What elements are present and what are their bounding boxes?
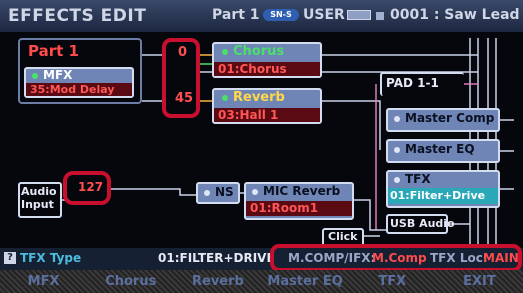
tfx-loc-key: TFX Loc: [430,251,488,265]
tab-tfx[interactable]: TFX [349,270,436,293]
master-eq-label: Master EQ [394,142,475,156]
mcomp-ifx-value: M.Comp [372,251,427,265]
mcomp-ifx-key: M.COMP/IFX: [288,251,376,265]
tab-reverb[interactable]: Reverb [174,270,261,293]
help-icon: ? [4,252,16,264]
click-label: Click [328,230,358,243]
part-name: Part 1 [28,42,79,60]
parameter-value: 01:FILTER+DRIVE [158,251,275,265]
tab-master-eq[interactable]: Master EQ [262,270,349,293]
pad-label[interactable]: PAD 1-1 [386,76,439,90]
chorus-label: Chorus [222,44,284,59]
tab-mfx[interactable]: MFX [0,270,87,293]
on-indicator-icon [222,94,228,101]
mic-reverb-label: MIC Reverb [252,184,340,198]
audio-input-level[interactable]: 127 [78,180,103,194]
master-eq-label-text: Master EQ [405,142,475,156]
chorus-send-level[interactable]: 0 [178,45,187,60]
indicator-icon [394,146,400,153]
mfx-label-text: MFX [43,68,73,82]
mfx-type-value: 35:Mod Delay [26,83,132,96]
mic-reverb-type-value: 01:Room1 [246,201,352,216]
chorus-label-text: Chorus [233,44,285,59]
tfx-label-text: TFX [405,172,431,186]
indicator-icon [204,189,210,196]
reverb-type-value: 03:Hall 1 [214,108,320,122]
on-indicator-icon [222,48,228,55]
audio-input-label: Audio Input [21,185,57,211]
tfx-label: TFX [394,172,431,186]
tfx-type-value: 01:Filter+Drive [388,188,498,204]
on-indicator-icon [32,72,38,79]
reverb-label-text: Reverb [233,90,285,105]
indicator-icon [252,188,258,195]
function-tabs: MFX Chorus Reverb Master EQ TFX EXIT [0,270,523,293]
indicator-icon [394,176,400,183]
parameter-name: TFX Type [20,251,82,265]
tab-exit[interactable]: EXIT [436,270,523,293]
master-comp-label-text: Master Comp [405,111,495,125]
usb-audio-label: USB Audio [390,217,455,230]
indicator-icon [394,115,400,122]
master-comp-label: Master Comp [394,111,494,125]
mfx-label: MFX [32,68,72,82]
ns-label: NS [204,185,234,199]
tab-chorus[interactable]: Chorus [87,270,174,293]
mic-reverb-label-text: MIC Reverb [263,184,341,198]
chorus-type-value: 01:Chorus [214,62,320,76]
ns-label-text: NS [215,185,234,199]
reverb-label: Reverb [222,90,285,105]
tfx-loc-value: MAIN [483,251,519,265]
reverb-send-level[interactable]: 45 [175,91,193,106]
